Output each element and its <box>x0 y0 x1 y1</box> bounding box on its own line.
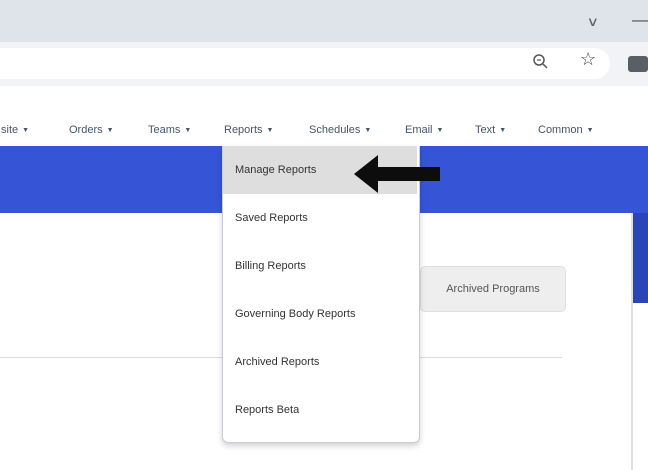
nav-item-text[interactable]: Text ▼ <box>475 124 506 136</box>
caret-down-icon: ▼ <box>266 127 274 134</box>
menu-item-label: Governing Body Reports <box>235 308 356 320</box>
nav-item-email[interactable]: Email ▼ <box>405 124 443 136</box>
caret-down-icon: ▼ <box>184 127 192 134</box>
nav-item-label: Common <box>538 124 583 136</box>
nav-item-common[interactable]: Common ▼ <box>538 124 594 136</box>
address-bar[interactable] <box>0 48 610 79</box>
menu-item-label: Manage Reports <box>235 164 317 176</box>
caret-down-icon: ▼ <box>586 127 594 134</box>
nav-item-label: Reports <box>224 124 263 136</box>
menu-item-reports-beta[interactable]: Reports Beta <box>223 386 417 434</box>
extension-icon[interactable] <box>628 56 648 72</box>
menu-item-governing-body-reports[interactable]: Governing Body Reports <box>223 290 417 338</box>
caret-down-icon: ▼ <box>499 127 507 134</box>
menu-item-label: Reports Beta <box>235 404 300 416</box>
menu-item-archived-reports[interactable]: Archived Reports <box>223 338 417 386</box>
menu-item-saved-reports[interactable]: Saved Reports <box>223 194 417 242</box>
caret-down-icon: ▼ <box>364 127 372 134</box>
chevron-down-icon[interactable]: ∨ <box>587 14 599 30</box>
archived-programs-button[interactable]: Archived Programs <box>420 266 566 312</box>
menu-item-label: Billing Reports <box>235 260 306 272</box>
star-icon[interactable]: ☆ <box>580 49 596 70</box>
nav-item-reports[interactable]: Reports ▼ <box>224 124 273 136</box>
browser-toolbar: ☆ <box>0 42 648 87</box>
caret-down-icon: ▼ <box>22 127 30 134</box>
caret-down-icon: ▼ <box>436 127 444 134</box>
magnifier-icon[interactable] <box>531 52 551 72</box>
panel-border <box>631 213 633 470</box>
main-nav: site ▼ Orders ▼ Teams ▼ Reports ▼ Schedules ▼… <box>0 86 648 146</box>
nav-item-label: Teams <box>148 124 181 136</box>
nav-item-label: Text <box>475 124 496 136</box>
menu-item-label: Saved Reports <box>235 212 308 224</box>
page-header-band-edge <box>632 213 648 303</box>
menu-item-billing-reports[interactable]: Billing Reports <box>223 242 417 290</box>
nav-item-site[interactable]: site ▼ <box>1 124 29 136</box>
nav-item-orders[interactable]: Orders ▼ <box>69 124 114 136</box>
nav-item-label: site <box>1 124 19 136</box>
nav-item-label: Schedules <box>309 124 361 136</box>
minimize-icon[interactable]: — <box>632 12 648 30</box>
menu-item-label: Archived Reports <box>235 356 320 368</box>
nav-item-schedules[interactable]: Schedules ▼ <box>309 124 371 136</box>
nav-item-label: Email <box>405 124 433 136</box>
pointer-arrow-icon <box>354 155 440 193</box>
nav-item-teams[interactable]: Teams ▼ <box>148 124 191 136</box>
browser-tabstrip: ∨ — <box>0 0 648 42</box>
nav-item-label: Orders <box>69 124 103 136</box>
caret-down-icon: ▼ <box>106 127 114 134</box>
